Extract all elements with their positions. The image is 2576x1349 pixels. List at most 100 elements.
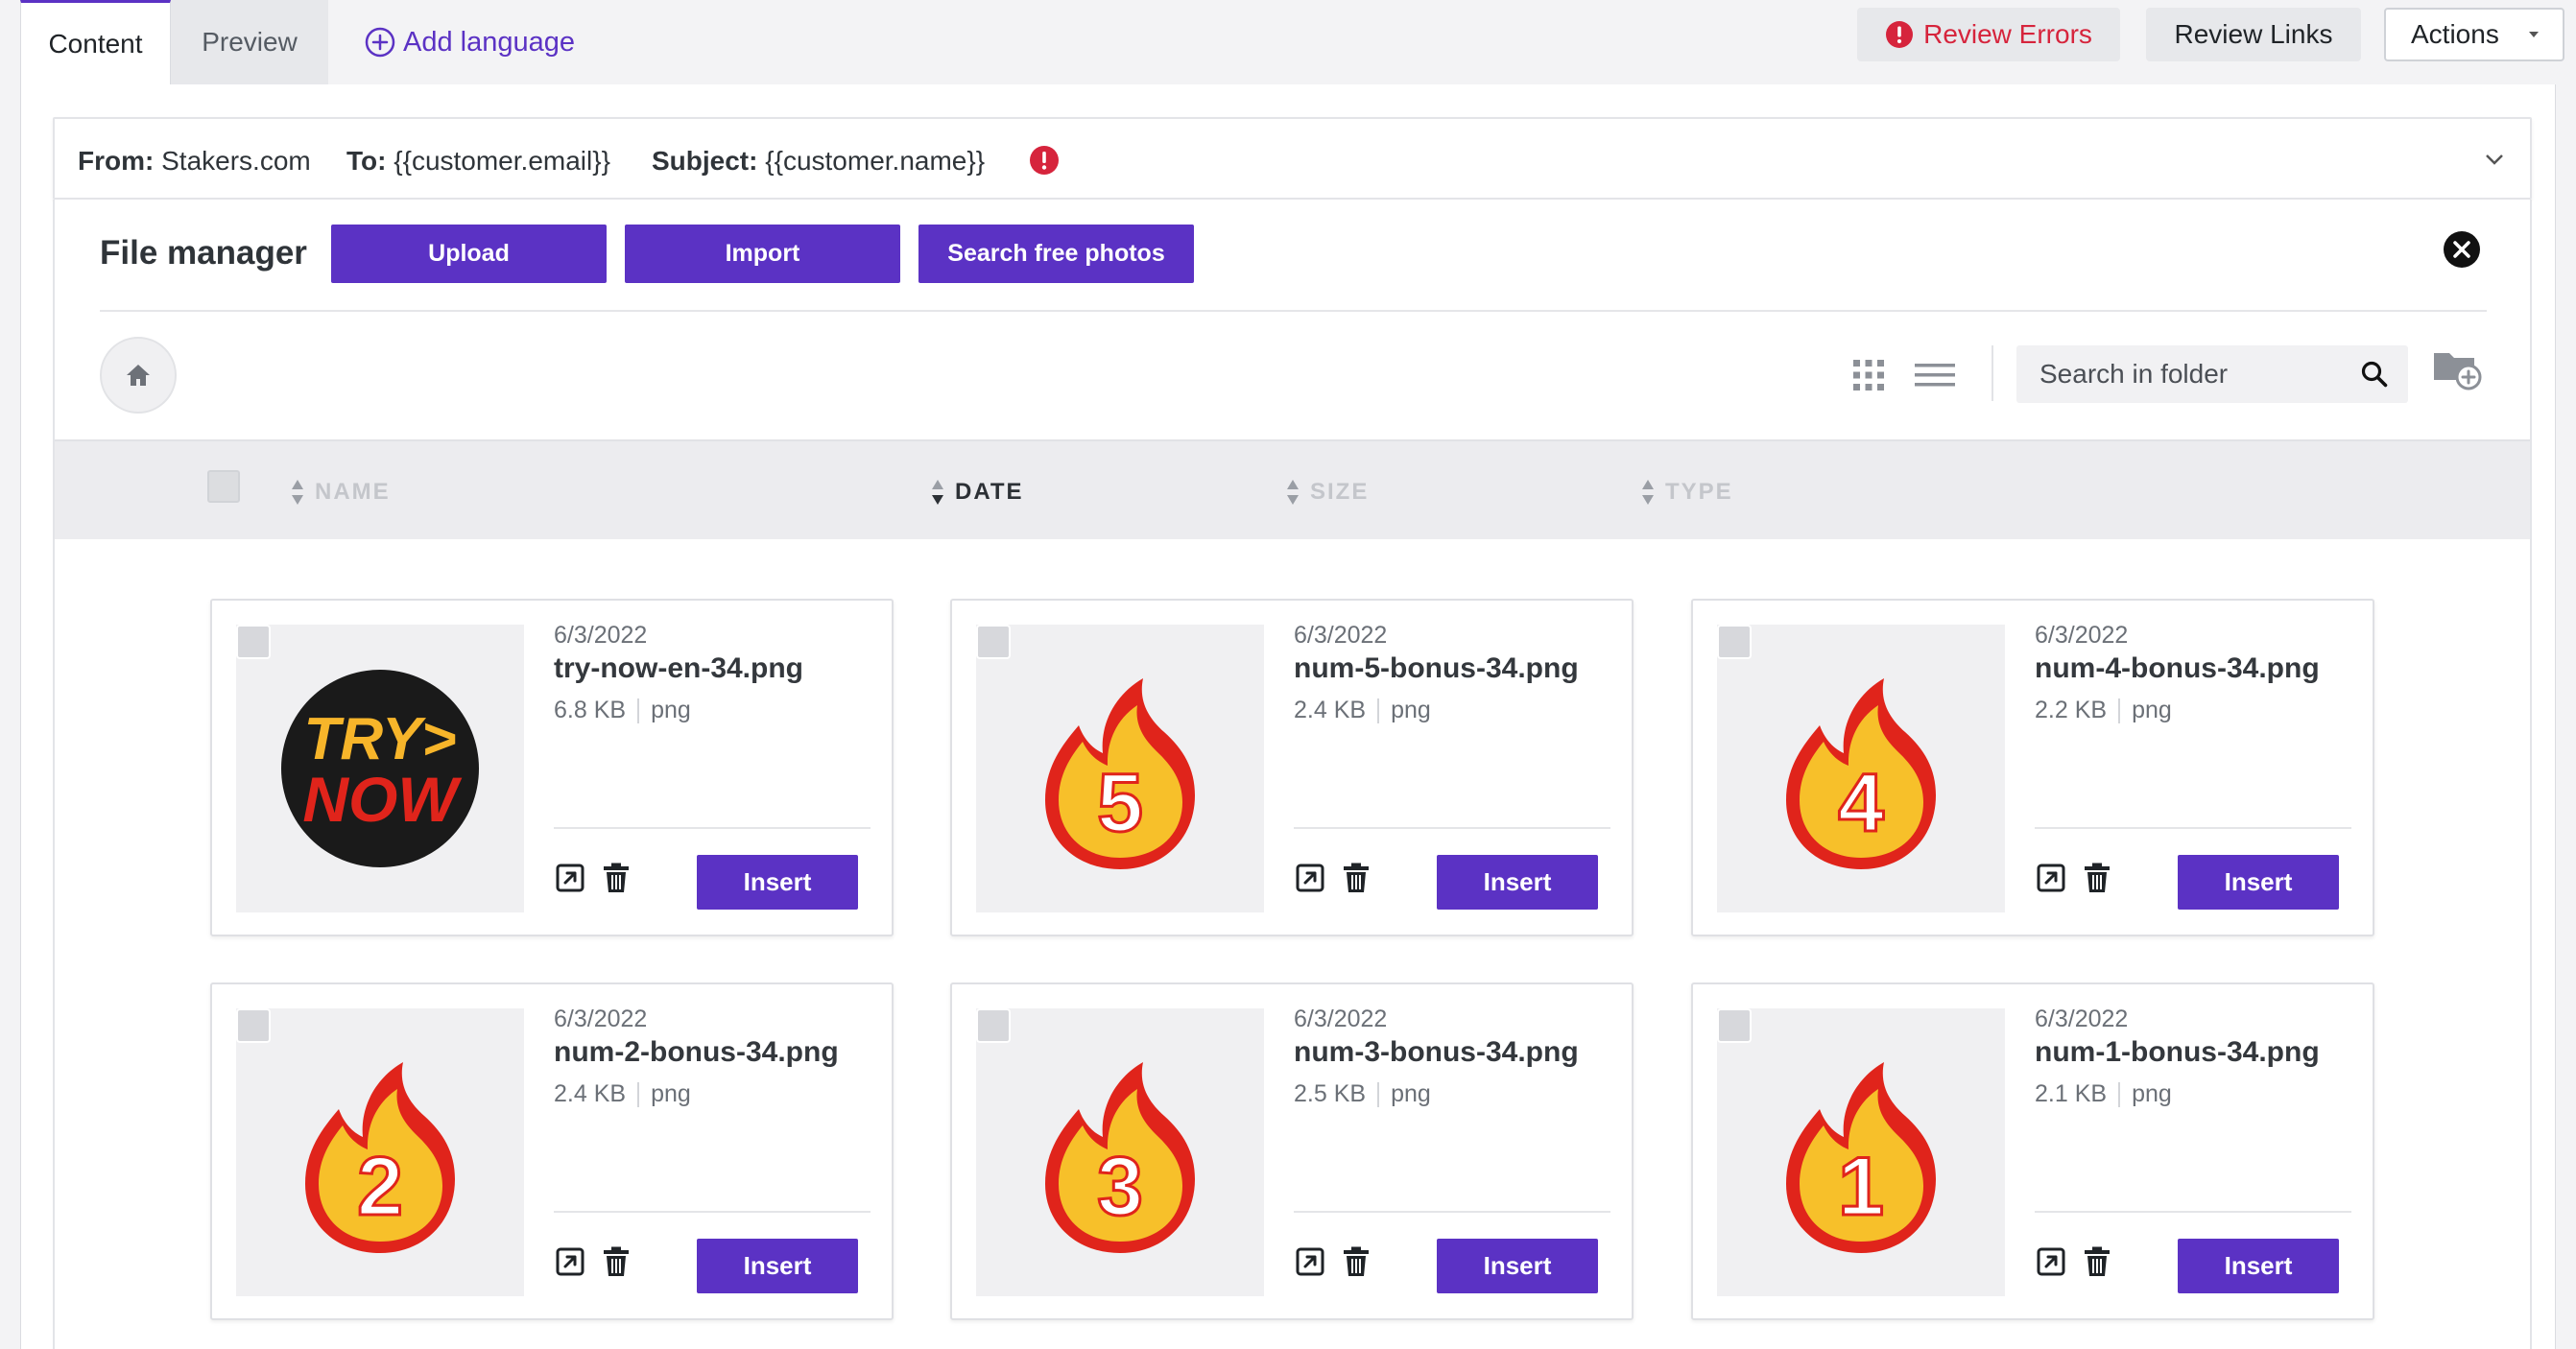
card-divider: [1294, 1211, 1610, 1213]
insert-button[interactable]: Insert: [1437, 1239, 1598, 1293]
edit-button[interactable]: [2035, 1245, 2067, 1278]
table-header: NAME DATE SIZE TYPE: [55, 439, 2530, 539]
file-thumbnail[interactable]: 2: [236, 1008, 524, 1296]
file-card[interactable]: 2 6/3/2022 num-2-bonus-34.png 2.4 KB png Inse…: [210, 982, 894, 1320]
edit-icon: [556, 1247, 584, 1276]
add-language-link[interactable]: Add language: [365, 21, 575, 63]
meta-separator: [1377, 1081, 1380, 1107]
search-free-photos-button[interactable]: Search free photos: [918, 225, 1194, 283]
list-view-icon[interactable]: [1915, 362, 1955, 389]
grid-view-icon[interactable]: [1852, 359, 1885, 391]
file-date: 6/3/2022: [2035, 1006, 2129, 1032]
plus-circle-icon: [365, 27, 395, 58]
file-manager-divider: [100, 310, 2487, 312]
try-now-line2: NOW: [302, 764, 462, 835]
file-date: 6/3/2022: [554, 622, 648, 649]
insert-button[interactable]: Insert: [697, 855, 858, 910]
file-name: num-2-bonus-34.png: [554, 1036, 839, 1068]
subject-field: Subject: {{customer.name}}: [652, 146, 985, 177]
edit-button[interactable]: [1294, 1245, 1326, 1278]
file-checkbox[interactable]: [1717, 625, 1752, 659]
file-manager-title: File manager: [100, 234, 307, 272]
file-meta: 2.2 KB png: [2035, 697, 2172, 724]
file-date: 6/3/2022: [1294, 622, 1388, 649]
delete-button[interactable]: [1340, 862, 1372, 894]
review-errors-label: Review Errors: [1923, 19, 2092, 49]
sort-icon: [1642, 480, 1654, 505]
file-checkbox[interactable]: [976, 625, 1011, 659]
sort-type-column[interactable]: TYPE: [1640, 478, 1733, 507]
file-type: png: [651, 1080, 691, 1107]
insert-button[interactable]: Insert: [1437, 855, 1598, 910]
flame-number-image: 1: [1786, 1062, 1936, 1253]
close-icon[interactable]: [2443, 230, 2481, 269]
file-meta: 2.5 KB png: [1294, 1080, 1431, 1108]
file-checkbox[interactable]: [976, 1008, 1011, 1043]
home-button[interactable]: [100, 337, 177, 414]
edit-button[interactable]: [554, 1245, 586, 1278]
email-header[interactable]: From: Stakers.com To: {{customer.email}}…: [53, 117, 2532, 200]
card-divider: [1294, 827, 1610, 829]
file-checkbox[interactable]: [1717, 1008, 1752, 1043]
file-card[interactable]: 5 6/3/2022 num-5-bonus-34.png 2.4 KB png Inse…: [950, 599, 1634, 936]
file-card[interactable]: TRY> NOW 6/3/2022 try-now-en-34.png 6.8 KB pn…: [210, 599, 894, 936]
file-type: png: [1391, 697, 1431, 723]
trash-icon: [604, 863, 629, 892]
insert-button[interactable]: Insert: [697, 1239, 858, 1293]
edit-button[interactable]: [554, 862, 586, 894]
trash-icon: [2085, 1246, 2110, 1276]
edit-button[interactable]: [1294, 862, 1326, 894]
file-name: try-now-en-34.png: [554, 652, 803, 684]
file-size: 2.2 KB: [2035, 697, 2108, 723]
sort-name-column[interactable]: NAME: [290, 478, 391, 507]
subject-label: Subject:: [652, 146, 758, 176]
edit-button[interactable]: [2035, 862, 2067, 894]
tab-preview[interactable]: Preview: [171, 0, 328, 84]
from-field: From: Stakers.com: [78, 146, 311, 177]
edit-icon: [1296, 1247, 1324, 1276]
file-thumbnail[interactable]: 5: [976, 625, 1264, 912]
insert-button[interactable]: Insert: [2178, 1239, 2339, 1293]
tab-content[interactable]: Content: [20, 0, 171, 84]
search-box: [2016, 345, 2408, 403]
delete-button[interactable]: [1340, 1245, 1372, 1278]
insert-button[interactable]: Insert: [2178, 855, 2339, 910]
file-card[interactable]: 1 6/3/2022 num-1-bonus-34.png 2.1 KB png Inse…: [1691, 982, 2374, 1320]
file-card[interactable]: 3 6/3/2022 num-3-bonus-34.png 2.5 KB png Inse…: [950, 982, 1634, 1320]
search-in-folder-input[interactable]: [2039, 345, 2347, 403]
file-thumbnail[interactable]: 1: [1717, 1008, 2005, 1296]
edit-icon: [556, 864, 584, 892]
file-card[interactable]: 4 6/3/2022 num-4-bonus-34.png 2.2 KB png Inse…: [1691, 599, 2374, 936]
delete-button[interactable]: [2081, 862, 2113, 894]
flame-number-image: 2: [305, 1062, 455, 1253]
new-folder-icon[interactable]: [2432, 347, 2482, 391]
select-all-checkbox[interactable]: [207, 470, 240, 503]
file-thumbnail[interactable]: 3: [976, 1008, 1264, 1296]
file-type: png: [2132, 697, 2172, 723]
delete-button[interactable]: [600, 1245, 632, 1278]
chevron-down-icon[interactable]: [2483, 150, 2506, 169]
review-errors-button[interactable]: Review Errors: [1857, 8, 2120, 61]
trash-icon: [604, 1246, 629, 1276]
upload-button[interactable]: Upload: [331, 225, 607, 283]
sort-size-column[interactable]: SIZE: [1285, 478, 1369, 507]
file-thumbnail[interactable]: 4: [1717, 625, 2005, 912]
search-icon[interactable]: [2360, 360, 2389, 389]
flame-number-image: 4: [1786, 678, 1936, 869]
actions-dropdown[interactable]: Actions: [2384, 8, 2564, 61]
file-type: png: [651, 697, 691, 723]
flame-digit: 1: [1838, 1141, 1884, 1233]
meta-separator: [2118, 1081, 2121, 1107]
sort-date-column[interactable]: DATE: [930, 478, 1024, 507]
review-links-button[interactable]: Review Links: [2146, 8, 2361, 61]
subject-error-icon: [1030, 146, 1059, 175]
delete-button[interactable]: [2081, 1245, 2113, 1278]
file-checkbox[interactable]: [236, 1008, 271, 1043]
delete-button[interactable]: [600, 862, 632, 894]
import-button[interactable]: Import: [625, 225, 900, 283]
file-type: png: [1391, 1080, 1431, 1107]
file-thumbnail[interactable]: TRY> NOW: [236, 625, 524, 912]
file-checkbox[interactable]: [236, 625, 271, 659]
subject-value: {{customer.name}}: [765, 146, 986, 176]
flame-digit: 2: [357, 1141, 403, 1233]
